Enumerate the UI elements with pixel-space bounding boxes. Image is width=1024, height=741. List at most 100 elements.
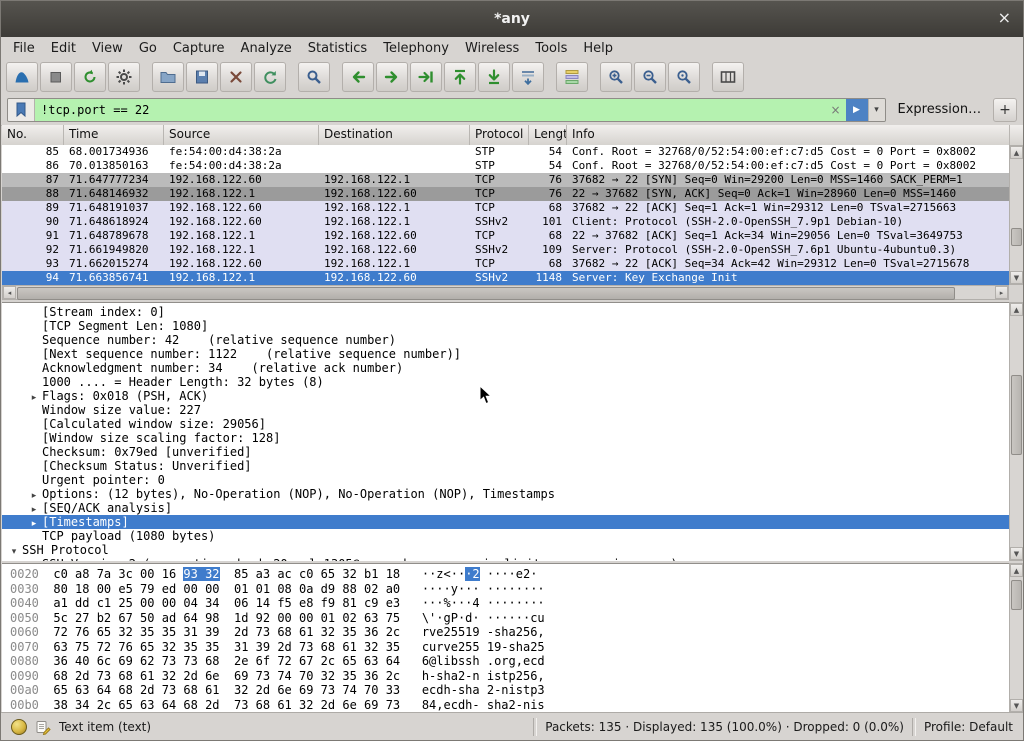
detail-line[interactable]: 1000 .... = Header Length: 32 bytes (8)	[2, 375, 1009, 389]
menu-analyze[interactable]: Analyze	[233, 37, 300, 60]
filter-apply-button[interactable]: ▶	[846, 99, 868, 121]
restart-capture-button[interactable]	[74, 62, 106, 92]
hex-row[interactable]: 0030 80 18 00 e5 79 ed 00 00 01 01 08 0a…	[10, 582, 1009, 597]
display-filter-input[interactable]	[35, 99, 826, 121]
packet-row[interactable]: 9371.662015274192.168.122.60192.168.122.…	[2, 257, 1009, 271]
column-header-time[interactable]: Time	[64, 125, 164, 145]
hex-scrollbar[interactable]: ▲ ▼	[1009, 563, 1024, 713]
hex-row[interactable]: 0070 63 75 72 76 65 32 35 35 31 39 2d 73…	[10, 640, 1009, 655]
hex-row[interactable]: 0080 36 40 6c 69 62 73 73 68 2e 6f 72 67…	[10, 654, 1009, 669]
scroll-up-arrow[interactable]: ▲	[1010, 303, 1023, 316]
go-to-packet-button[interactable]	[410, 62, 442, 92]
auto-scroll-button[interactable]	[512, 62, 544, 92]
add-filter-button[interactable]: +	[993, 98, 1017, 122]
capture-options-button[interactable]	[108, 62, 140, 92]
scroll-right-arrow[interactable]: ▸	[995, 286, 1008, 299]
scroll-thumb[interactable]	[17, 287, 955, 300]
colorize-packets-button[interactable]	[556, 62, 588, 92]
detail-line[interactable]: ▸Options: (12 bytes), No-Operation (NOP)…	[2, 487, 1009, 501]
expander-closed-icon[interactable]: ▸	[26, 489, 42, 501]
packet-row[interactable]: 9171.648789678192.168.122.1192.168.122.6…	[2, 229, 1009, 243]
zoom-in-button[interactable]	[600, 62, 632, 92]
packet-row[interactable]: 8871.648146932192.168.122.1192.168.122.6…	[2, 187, 1009, 201]
scroll-up-arrow[interactable]: ▲	[1010, 564, 1023, 577]
menu-help[interactable]: Help	[575, 37, 621, 60]
resize-columns-button[interactable]	[712, 62, 744, 92]
detail-line[interactable]: Checksum: 0x79ed [unverified]	[2, 445, 1009, 459]
go-forward-button[interactable]	[376, 62, 408, 92]
menu-tools[interactable]: Tools	[527, 37, 575, 60]
menu-view[interactable]: View	[84, 37, 131, 60]
go-first-packet-button[interactable]	[444, 62, 476, 92]
hex-row[interactable]: 00b0 38 34 2c 65 63 64 68 2d 73 68 61 32…	[10, 698, 1009, 713]
detail-line[interactable]: Acknowledgment number: 34 (relative ack …	[2, 361, 1009, 375]
save-file-button[interactable]	[186, 62, 218, 92]
packet-row[interactable]: 8670.013850163fe:54:00:d4:38:2aSTP54Conf…	[2, 159, 1009, 173]
filter-clear-button[interactable]: ×	[826, 99, 846, 121]
detail-line[interactable]: Sequence number: 42 (relative sequence n…	[2, 333, 1009, 347]
hex-row[interactable]: 00a0 65 63 64 68 2d 73 68 61 32 2d 6e 69…	[10, 683, 1009, 698]
hex-row[interactable]: 0040 a1 dd c1 25 00 00 04 34 06 14 f5 e8…	[10, 596, 1009, 611]
packet-row[interactable]: 9271.661949820192.168.122.1192.168.122.6…	[2, 243, 1009, 257]
scroll-thumb[interactable]	[1011, 580, 1022, 610]
detail-line[interactable]: TCP payload (1080 bytes)	[2, 529, 1009, 543]
detail-line[interactable]: [Calculated window size: 29056]	[2, 417, 1009, 431]
column-header-info[interactable]: Info	[567, 125, 1010, 145]
start-capture-button[interactable]	[6, 62, 38, 92]
detail-line[interactable]: [Checksum Status: Unverified]	[2, 459, 1009, 473]
expander-closed-icon[interactable]: ▸	[26, 391, 42, 403]
close-file-button[interactable]	[220, 62, 252, 92]
packet-list-hscrollbar[interactable]: ◂ ▸	[2, 285, 1009, 300]
hex-row[interactable]: 0020 c0 a8 7a 3c 00 16 93 32 85 a3 ac c0…	[10, 567, 1009, 582]
column-header-destination[interactable]: Destination	[319, 125, 470, 145]
detail-line[interactable]: [Window size scaling factor: 128]	[2, 431, 1009, 445]
expander-open-icon[interactable]: ▾	[6, 545, 22, 557]
packet-row[interactable]: 8568.001734936fe:54:00:d4:38:2aSTP54Conf…	[2, 145, 1009, 159]
scroll-thumb[interactable]	[1011, 375, 1022, 455]
detail-line[interactable]: Window size value: 227	[2, 403, 1009, 417]
packet-row[interactable]: 9071.648618924192.168.122.60192.168.122.…	[2, 215, 1009, 229]
go-last-packet-button[interactable]	[478, 62, 510, 92]
scroll-down-arrow[interactable]: ▼	[1010, 547, 1023, 560]
find-packet-button[interactable]	[298, 62, 330, 92]
hex-row[interactable]: 0050 5c 27 b2 67 50 ad 64 98 1d 92 00 00…	[10, 611, 1009, 626]
expert-info-icon[interactable]	[11, 719, 27, 735]
zoom-out-button[interactable]	[634, 62, 666, 92]
close-window-button[interactable]: ×	[998, 8, 1011, 28]
hex-row[interactable]: 0090 68 2d 73 68 61 32 2d 6e 69 73 74 70…	[10, 669, 1009, 684]
filter-dropdown-button[interactable]: ▾	[868, 99, 885, 121]
detail-line[interactable]: SSH Version 2 (encryption:chacha20-poly1…	[2, 557, 1009, 561]
menu-go[interactable]: Go	[131, 37, 165, 60]
column-header-no[interactable]: No.	[2, 125, 64, 145]
menu-capture[interactable]: Capture	[165, 37, 233, 60]
expression-button[interactable]: Expression…	[892, 100, 988, 119]
detail-line[interactable]: Urgent pointer: 0	[2, 473, 1009, 487]
expander-closed-icon[interactable]: ▸	[26, 517, 42, 529]
menu-statistics[interactable]: Statistics	[300, 37, 375, 60]
column-header-source[interactable]: Source	[164, 125, 319, 145]
scroll-down-arrow[interactable]: ▼	[1010, 271, 1023, 284]
detail-line[interactable]: ▸Flags: 0x018 (PSH, ACK)	[2, 389, 1009, 403]
column-header-protocol[interactable]: Protocol	[470, 125, 529, 145]
scroll-thumb[interactable]	[1011, 228, 1022, 246]
packet-row[interactable]: 8771.647777234192.168.122.60192.168.122.…	[2, 173, 1009, 187]
scroll-down-arrow[interactable]: ▼	[1010, 699, 1023, 712]
packet-row[interactable]: 9471.663856741192.168.122.1192.168.122.6…	[2, 271, 1009, 285]
detail-line[interactable]: [TCP Segment Len: 1080]	[2, 319, 1009, 333]
packet-list-scrollbar[interactable]: ▲ ▼	[1009, 145, 1024, 285]
detail-line[interactable]: ▾SSH Protocol	[2, 543, 1009, 557]
menu-file[interactable]: File	[5, 37, 43, 60]
open-file-button[interactable]	[152, 62, 184, 92]
stop-capture-button[interactable]	[40, 62, 72, 92]
profile-text[interactable]: Profile: Default	[924, 720, 1013, 734]
go-back-button[interactable]	[342, 62, 374, 92]
menu-telephony[interactable]: Telephony	[375, 37, 457, 60]
detail-line[interactable]: [Next sequence number: 1122 (relative se…	[2, 347, 1009, 361]
menu-wireless[interactable]: Wireless	[457, 37, 527, 60]
detail-line[interactable]: ▸[Timestamps]	[2, 515, 1009, 529]
packet-row[interactable]: 8971.648191037192.168.122.60192.168.122.…	[2, 201, 1009, 215]
scroll-left-arrow[interactable]: ◂	[3, 286, 16, 299]
column-header-length[interactable]: Length	[529, 125, 567, 145]
capture-comment-icon[interactable]	[35, 719, 51, 735]
reload-file-button[interactable]	[254, 62, 286, 92]
